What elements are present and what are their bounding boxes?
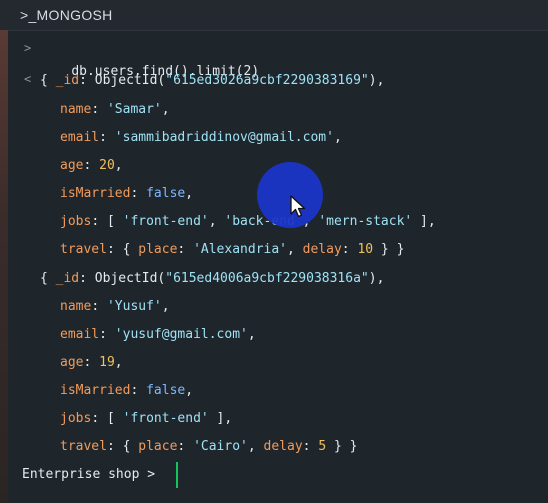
db-name-prompt: Enterprise shop	[22, 467, 140, 482]
doc-field-line: isMarried: false,	[60, 186, 194, 201]
result-symbol: <	[24, 72, 32, 86]
input-prompt-line[interactable]: Enterprise shop >	[22, 464, 155, 486]
doc-travel-line: travel: { place: 'Alexandria', delay: 10…	[60, 242, 405, 257]
doc-field-line: age: 19,	[60, 355, 123, 370]
doc-field-line: age: 20,	[60, 158, 123, 173]
doc-field-line: email: 'sammibadriddinov@gmail.com',	[60, 130, 342, 145]
shell-header: >_MONGOSH	[0, 0, 548, 31]
text-cursor-icon	[176, 462, 178, 488]
pointer-cursor-icon	[290, 195, 306, 218]
prompt-symbol: >	[24, 41, 32, 55]
doc-field-line: isMarried: false,	[60, 383, 194, 398]
background-strip	[0, 30, 8, 503]
doc-field-line: email: 'yusuf@gmail.com',	[60, 327, 256, 342]
doc-field-line: name: 'Samar',	[60, 102, 170, 117]
prompt-chevron: >	[147, 467, 156, 482]
shell-title: >_MONGOSH	[20, 7, 113, 23]
doc-id-line: { _id: ObjectId("615ed4006a9cbf229038316…	[40, 271, 385, 286]
doc-field-line: name: 'Yusuf',	[60, 299, 170, 314]
mongosh-terminal[interactable]: > db.users.find().limit(2) < { _id: Obje…	[8, 31, 548, 503]
doc-jobs-line: jobs: [ 'front-end', 'back-end', 'mern-s…	[60, 214, 436, 229]
doc-jobs-line: jobs: [ 'front-end' ],	[60, 411, 233, 426]
command-line: db.users.find().limit(2)	[40, 39, 259, 79]
doc-travel-line: travel: { place: 'Cairo', delay: 5 } }	[60, 439, 358, 454]
doc-id-line: { _id: ObjectId("615ed3026a9cbf229038316…	[40, 73, 385, 88]
